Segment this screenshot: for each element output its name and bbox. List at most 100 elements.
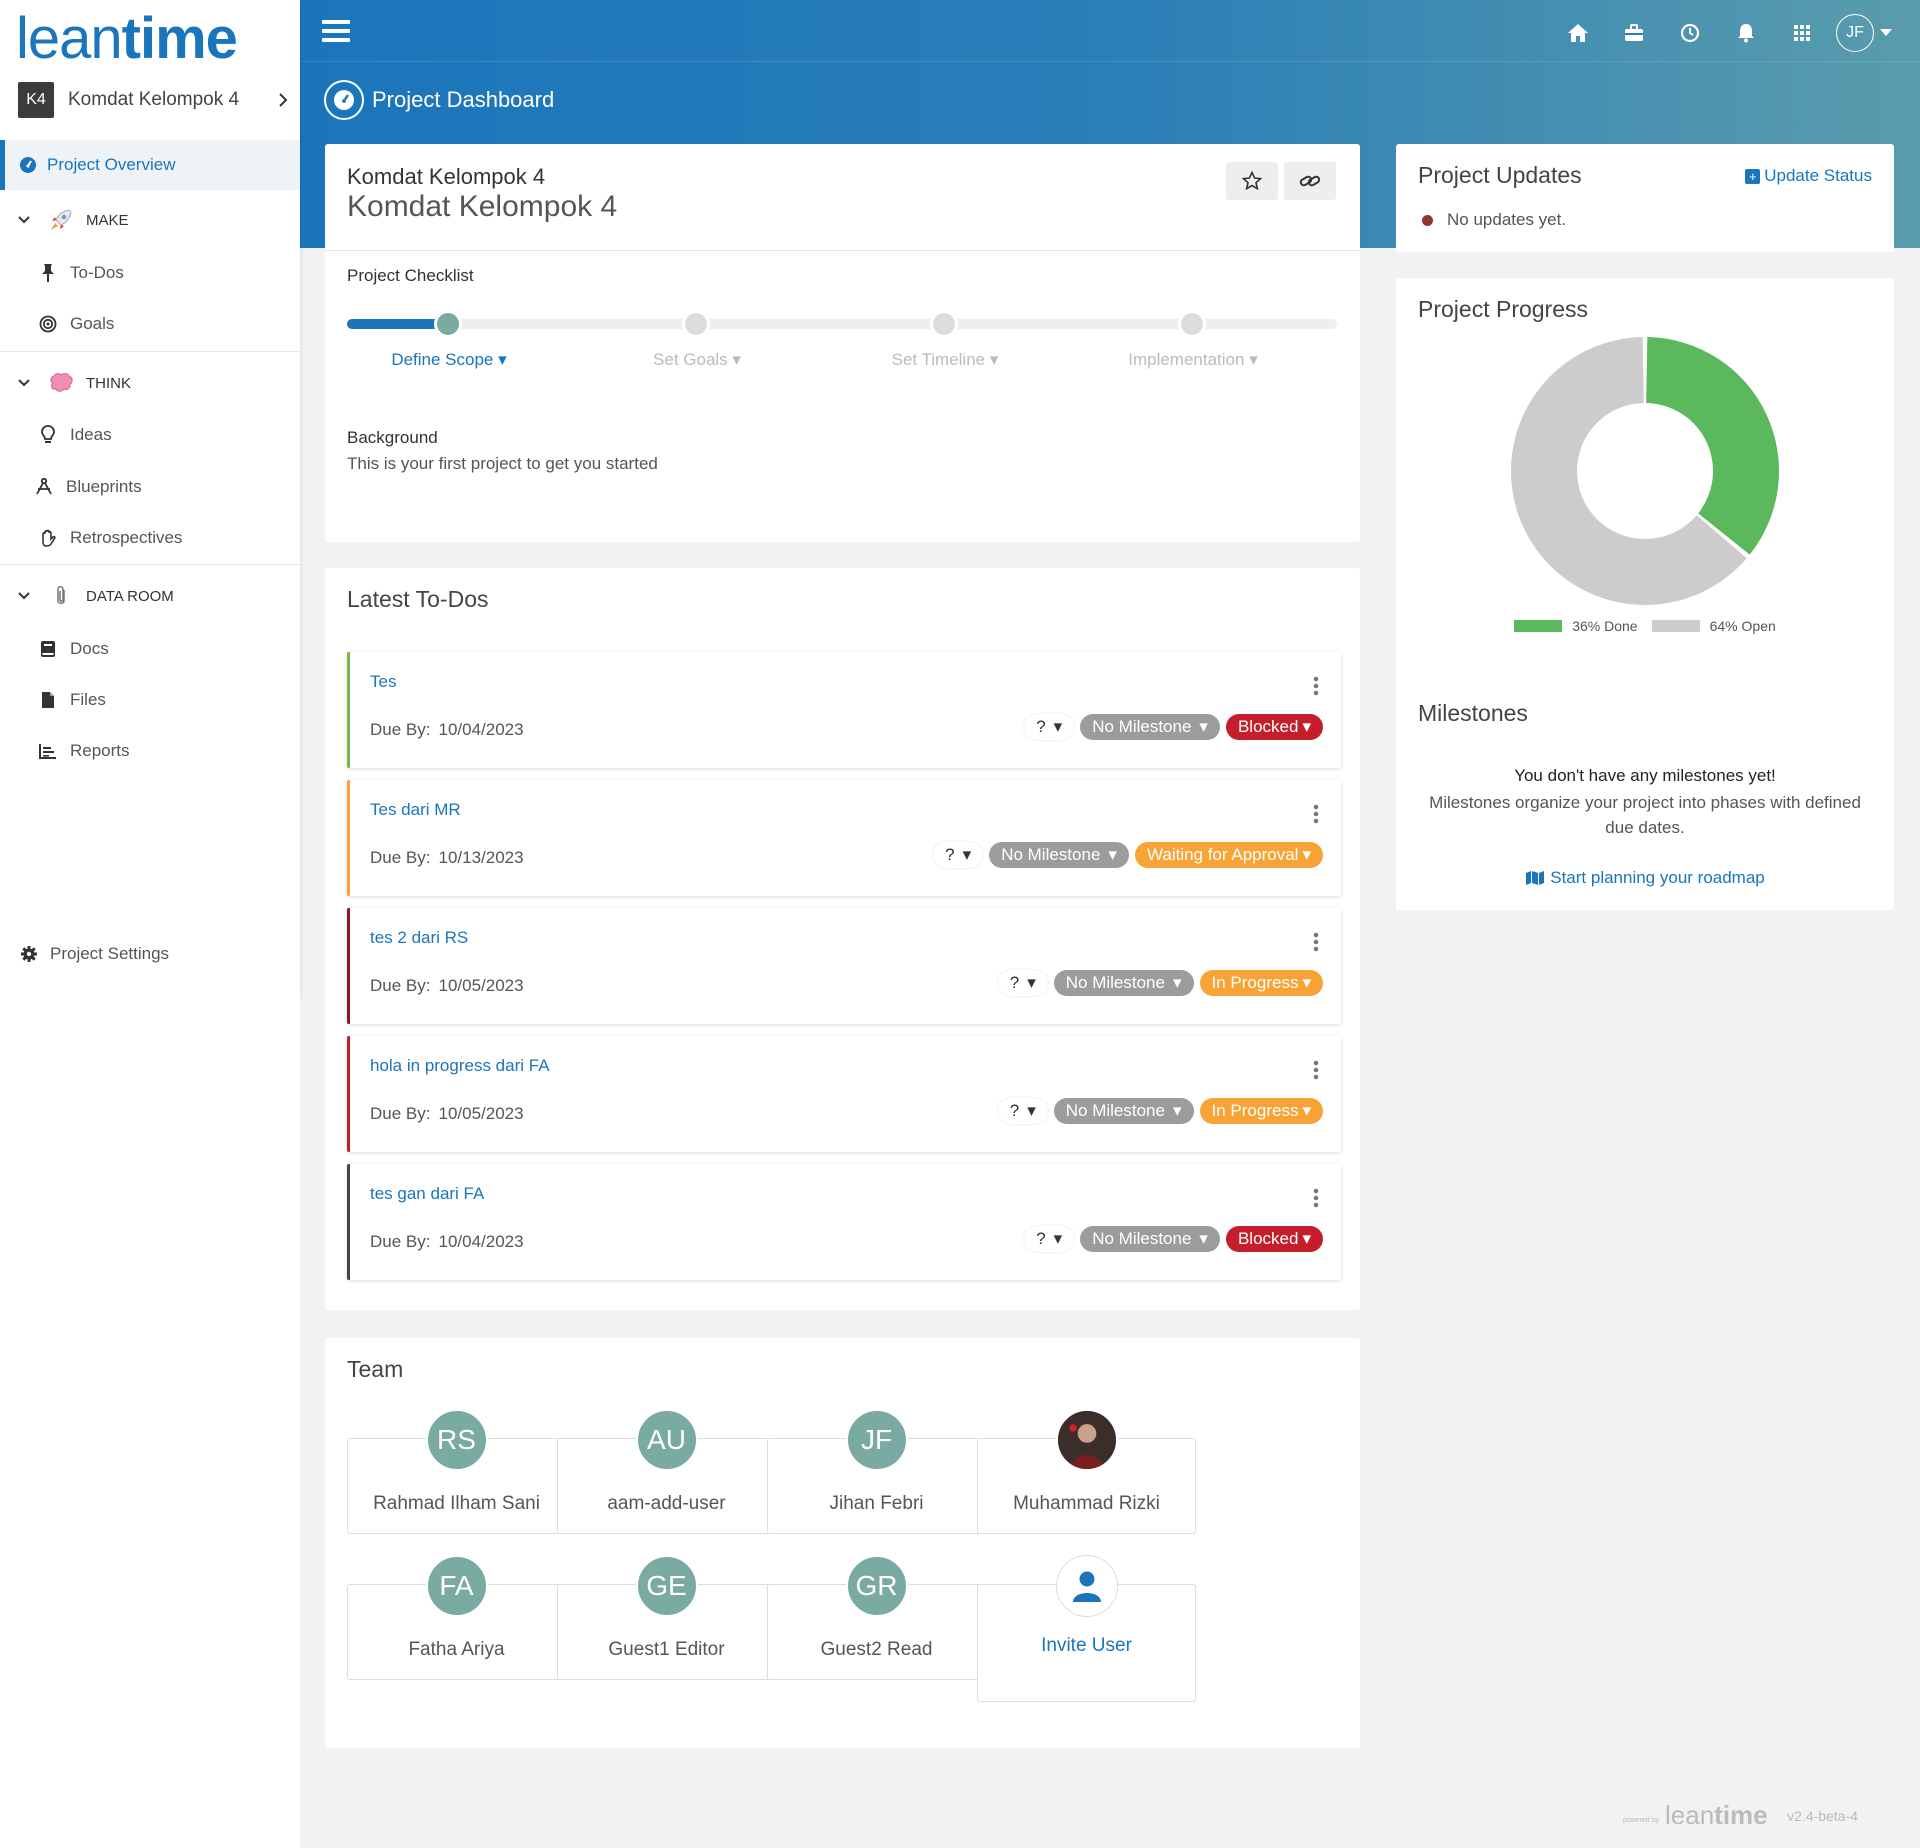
nav-group-make[interactable]: MAKE bbox=[0, 200, 300, 240]
team-member-card[interactable]: GE Guest1 Editor bbox=[557, 1555, 776, 1680]
user-avatar[interactable]: JF bbox=[1836, 14, 1874, 52]
nav-item-files[interactable]: Files bbox=[0, 679, 300, 721]
todo-item[interactable]: tes gan dari FA Due By: 10/04/2023 ? ▾ No Mil… bbox=[347, 1164, 1341, 1280]
nav-project-overview[interactable]: Project Overview bbox=[0, 140, 300, 190]
nav-item-retrospectives[interactable]: Retrospectives bbox=[0, 517, 300, 559]
step-implementation[interactable]: Implementation ▾ bbox=[1083, 350, 1303, 370]
status-dropdown[interactable]: Waiting for Approval ▾ bbox=[1134, 842, 1323, 868]
team-member-card[interactable]: Muhammad Rizki bbox=[977, 1409, 1196, 1534]
leantime-logo[interactable]: leantime bbox=[16, 6, 266, 66]
todo-title[interactable]: tes 2 dari RS bbox=[370, 928, 468, 948]
status-dropdown[interactable]: Blocked ▾ bbox=[1225, 714, 1323, 740]
team-member-card[interactable]: GR Guest2 Read bbox=[767, 1555, 986, 1680]
caret-down-icon: ▾ bbox=[498, 350, 507, 369]
paperclip-icon bbox=[48, 584, 74, 608]
menu-toggle-icon[interactable] bbox=[322, 20, 350, 44]
update-status-button[interactable]: + Update Status bbox=[1745, 166, 1872, 186]
status-dropdown[interactable]: In Progress ▾ bbox=[1199, 970, 1323, 996]
nav-item-docs[interactable]: Docs bbox=[0, 628, 300, 670]
kebab-menu-icon[interactable] bbox=[1313, 804, 1319, 824]
milestone-value: No Milestone bbox=[1001, 845, 1101, 864]
todo-item[interactable]: Tes dari MR Due By: 10/13/2023? ▾ No Milesto… bbox=[347, 780, 1341, 896]
nav-item-todos[interactable]: To-Dos bbox=[0, 252, 300, 294]
due-label: Due By: bbox=[370, 1104, 431, 1123]
team-member-card[interactable]: RS Rahmad Ilham Sani bbox=[347, 1409, 566, 1534]
nav-item-goals[interactable]: Goals bbox=[0, 303, 300, 345]
nav-project-settings[interactable]: Project Settings bbox=[20, 944, 169, 964]
avatar: GE bbox=[635, 1555, 698, 1617]
status-dropdown[interactable]: In Progress ▾ bbox=[1199, 1098, 1323, 1124]
sidebar-footer-area bbox=[0, 1000, 300, 1848]
todo-item[interactable]: Tes Due By: 10/04/2023? ▾ No Milestone ▾ Block… bbox=[347, 652, 1341, 768]
todo-title[interactable]: Tes bbox=[370, 672, 396, 692]
dashboard-icon bbox=[20, 157, 36, 173]
start-roadmap-link[interactable]: Start planning your roadmap bbox=[1396, 868, 1894, 888]
home-icon[interactable] bbox=[1550, 15, 1606, 51]
background-text: This is your first project to get you st… bbox=[347, 454, 658, 473]
invite-user-button[interactable]: Invite User bbox=[977, 1555, 1196, 1702]
effort-dropdown[interactable]: ? ▾ bbox=[933, 842, 984, 868]
project-card-divider bbox=[325, 250, 1360, 251]
nav-group-think[interactable]: THINK bbox=[0, 363, 300, 403]
todo-due-date: Due By: 10/05/2023 bbox=[370, 976, 524, 996]
step-set-goals[interactable]: Set Goals ▾ bbox=[587, 350, 807, 370]
step-dot-define-scope[interactable] bbox=[434, 310, 462, 338]
nav-group-data-room[interactable]: DATA ROOM bbox=[0, 576, 300, 616]
effort-dropdown[interactable]: ? ▾ bbox=[997, 970, 1048, 996]
todo-item[interactable]: hola in progress dari FA Due By: 10/05/202… bbox=[347, 1036, 1341, 1152]
apps-grid-icon[interactable] bbox=[1774, 15, 1830, 51]
kebab-menu-icon[interactable] bbox=[1313, 932, 1319, 952]
no-updates: No updates yet. bbox=[1422, 210, 1566, 230]
team-member-card[interactable]: AU aam-add-user bbox=[557, 1409, 776, 1534]
briefcase-icon[interactable] bbox=[1606, 15, 1662, 51]
gear-icon bbox=[21, 946, 37, 962]
effort-dropdown[interactable]: ? ▾ bbox=[1024, 1226, 1075, 1252]
step-dot-set-goals[interactable] bbox=[682, 310, 710, 338]
team-member-card[interactable]: JF Jihan Febri bbox=[767, 1409, 986, 1534]
copy-link-button[interactable] bbox=[1284, 162, 1336, 200]
todo-title[interactable]: Tes dari MR bbox=[370, 800, 461, 820]
todo-title[interactable]: hola in progress dari FA bbox=[370, 1056, 550, 1076]
step-dot-set-timeline[interactable] bbox=[930, 310, 958, 338]
team-member-card[interactable]: FA Fatha Ariya bbox=[347, 1555, 566, 1680]
member-name: Fatha Ariya bbox=[408, 1639, 505, 1660]
effort-dropdown[interactable]: ? ▾ bbox=[1024, 714, 1075, 740]
project-selector[interactable]: K4 Komdat Kelompok 4 bbox=[18, 80, 294, 120]
status-dropdown[interactable]: Blocked ▾ bbox=[1225, 1226, 1323, 1252]
milestone-dropdown[interactable]: No Milestone ▾ bbox=[1053, 970, 1194, 996]
milestone-dropdown[interactable]: No Milestone ▾ bbox=[1080, 1226, 1220, 1252]
todo-due-date: Due By: 10/04/2023 bbox=[370, 1232, 524, 1252]
lightbulb-icon bbox=[38, 425, 58, 445]
chevron-down-icon bbox=[18, 379, 30, 387]
clock-icon[interactable] bbox=[1662, 15, 1718, 51]
todo-title[interactable]: tes gan dari FA bbox=[370, 1184, 484, 1204]
kebab-menu-icon[interactable] bbox=[1313, 676, 1319, 696]
caret-down-icon: ▾ bbox=[1172, 973, 1182, 992]
favorite-button[interactable] bbox=[1226, 162, 1278, 200]
nav-project-settings-label: Project Settings bbox=[50, 944, 170, 963]
legend-swatch-open bbox=[1651, 620, 1700, 632]
todo-item[interactable]: tes 2 dari RS Due By: 10/05/2023 ? ▾ No Miles… bbox=[347, 908, 1341, 1024]
step-set-timeline[interactable]: Set Timeline ▾ bbox=[835, 350, 1055, 370]
chevron-down-icon bbox=[18, 592, 30, 600]
milestone-dropdown[interactable]: No Milestone ▾ bbox=[1080, 714, 1220, 740]
effort-dropdown[interactable]: ? ▾ bbox=[997, 1098, 1048, 1124]
user-menu-caret-icon[interactable] bbox=[1880, 29, 1892, 37]
nav-item-docs-label: Docs bbox=[70, 639, 109, 658]
nav-item-blueprints[interactable]: Blueprints bbox=[0, 466, 300, 508]
target-icon bbox=[38, 315, 58, 333]
nav-item-ideas[interactable]: Ideas bbox=[0, 414, 300, 456]
kebab-menu-icon[interactable] bbox=[1313, 1060, 1319, 1080]
bell-icon[interactable] bbox=[1718, 15, 1774, 51]
step-define-scope[interactable]: Define Scope ▾ bbox=[339, 350, 559, 370]
step-dot-implementation[interactable] bbox=[1178, 310, 1206, 338]
project-title-small: Komdat Kelompok 4 bbox=[347, 164, 546, 189]
kebab-menu-icon[interactable] bbox=[1313, 1188, 1319, 1208]
milestone-dropdown[interactable]: No Milestone ▾ bbox=[1053, 1098, 1194, 1124]
milestones-empty-heading: You don't have any milestones yet! bbox=[1514, 766, 1776, 785]
chevron-right-icon bbox=[279, 93, 288, 107]
nav-item-reports[interactable]: Reports bbox=[0, 730, 300, 772]
milestone-dropdown[interactable]: No Milestone ▾ bbox=[989, 842, 1129, 868]
caret-down-icon: ▾ bbox=[1027, 973, 1036, 992]
page-title-text: Project Dashboard bbox=[372, 87, 555, 112]
